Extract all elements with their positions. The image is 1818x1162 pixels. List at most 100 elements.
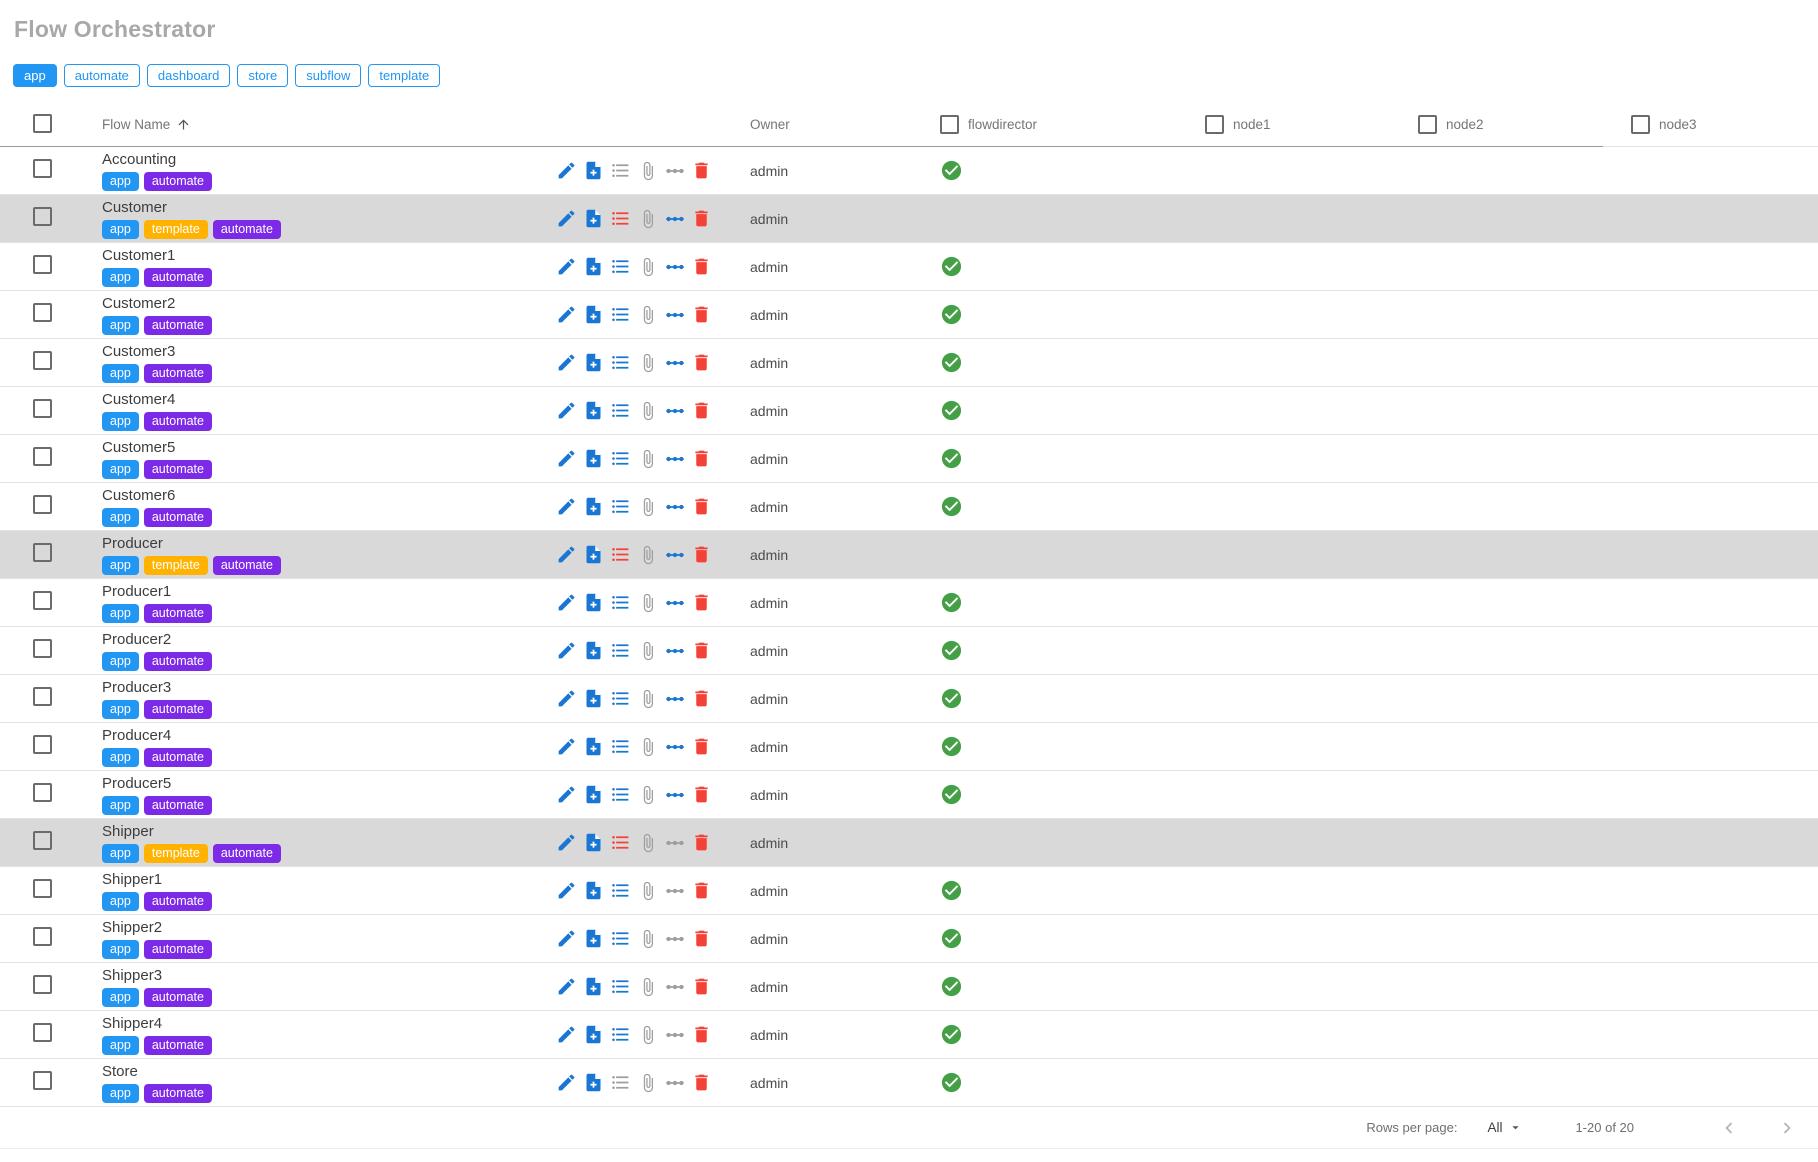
delete-icon[interactable] <box>690 591 713 614</box>
note-add-icon[interactable] <box>582 207 605 230</box>
list-icon[interactable] <box>609 783 632 806</box>
attach-file-icon[interactable] <box>636 831 659 854</box>
note-add-icon[interactable] <box>582 399 605 422</box>
note-add-icon[interactable] <box>582 783 605 806</box>
list-icon[interactable] <box>609 1071 632 1094</box>
commit-icon[interactable] <box>663 735 686 758</box>
list-icon[interactable] <box>609 303 632 326</box>
edit-icon[interactable] <box>555 159 578 182</box>
note-add-icon[interactable] <box>582 687 605 710</box>
attach-file-icon[interactable] <box>636 351 659 374</box>
edit-icon[interactable] <box>555 879 578 902</box>
list-icon[interactable] <box>609 687 632 710</box>
delete-icon[interactable] <box>690 975 713 998</box>
list-icon[interactable] <box>609 543 632 566</box>
edit-icon[interactable] <box>555 255 578 278</box>
edit-icon[interactable] <box>555 543 578 566</box>
column-header-flow-name[interactable]: Flow Name <box>90 117 555 132</box>
attach-file-icon[interactable] <box>636 927 659 950</box>
attach-file-icon[interactable] <box>636 303 659 326</box>
note-add-icon[interactable] <box>582 975 605 998</box>
delete-icon[interactable] <box>690 735 713 758</box>
row-checkbox[interactable] <box>33 207 52 226</box>
note-add-icon[interactable] <box>582 879 605 902</box>
list-icon[interactable] <box>609 1023 632 1046</box>
row-checkbox[interactable] <box>33 735 52 754</box>
attach-file-icon[interactable] <box>636 591 659 614</box>
node2-column-checkbox[interactable] <box>1418 115 1437 134</box>
filter-chip-dashboard[interactable]: dashboard <box>147 64 230 87</box>
attach-file-icon[interactable] <box>636 495 659 518</box>
note-add-icon[interactable] <box>582 255 605 278</box>
node1-column-checkbox[interactable] <box>1205 115 1224 134</box>
attach-file-icon[interactable] <box>636 975 659 998</box>
edit-icon[interactable] <box>555 399 578 422</box>
delete-icon[interactable] <box>690 447 713 470</box>
edit-icon[interactable] <box>555 975 578 998</box>
row-checkbox[interactable] <box>33 1023 52 1042</box>
commit-icon[interactable] <box>663 447 686 470</box>
row-checkbox[interactable] <box>33 351 52 370</box>
edit-icon[interactable] <box>555 591 578 614</box>
commit-icon[interactable] <box>663 1071 686 1094</box>
flowdirector-column-checkbox[interactable] <box>940 115 959 134</box>
attach-file-icon[interactable] <box>636 879 659 902</box>
row-checkbox[interactable] <box>33 495 52 514</box>
commit-icon[interactable] <box>663 927 686 950</box>
note-add-icon[interactable] <box>582 639 605 662</box>
delete-icon[interactable] <box>690 687 713 710</box>
commit-icon[interactable] <box>663 303 686 326</box>
delete-icon[interactable] <box>690 831 713 854</box>
edit-icon[interactable] <box>555 1023 578 1046</box>
note-add-icon[interactable] <box>582 927 605 950</box>
row-checkbox[interactable] <box>33 879 52 898</box>
list-icon[interactable] <box>609 735 632 758</box>
row-checkbox[interactable] <box>33 927 52 946</box>
note-add-icon[interactable] <box>582 591 605 614</box>
note-add-icon[interactable] <box>582 159 605 182</box>
list-icon[interactable] <box>609 975 632 998</box>
edit-icon[interactable] <box>555 447 578 470</box>
note-add-icon[interactable] <box>582 303 605 326</box>
delete-icon[interactable] <box>690 879 713 902</box>
delete-icon[interactable] <box>690 159 713 182</box>
note-add-icon[interactable] <box>582 495 605 518</box>
delete-icon[interactable] <box>690 495 713 518</box>
edit-icon[interactable] <box>555 927 578 950</box>
attach-file-icon[interactable] <box>636 159 659 182</box>
delete-icon[interactable] <box>690 639 713 662</box>
row-checkbox[interactable] <box>33 303 52 322</box>
attach-file-icon[interactable] <box>636 543 659 566</box>
attach-file-icon[interactable] <box>636 399 659 422</box>
commit-icon[interactable] <box>663 399 686 422</box>
commit-icon[interactable] <box>663 591 686 614</box>
commit-icon[interactable] <box>663 687 686 710</box>
commit-icon[interactable] <box>663 495 686 518</box>
delete-icon[interactable] <box>690 543 713 566</box>
list-icon[interactable] <box>609 351 632 374</box>
note-add-icon[interactable] <box>582 831 605 854</box>
note-add-icon[interactable] <box>582 447 605 470</box>
row-checkbox[interactable] <box>33 687 52 706</box>
next-page-button[interactable] <box>1774 1115 1800 1141</box>
list-icon[interactable] <box>609 399 632 422</box>
edit-icon[interactable] <box>555 831 578 854</box>
list-icon[interactable] <box>609 447 632 470</box>
row-checkbox[interactable] <box>33 255 52 274</box>
commit-icon[interactable] <box>663 831 686 854</box>
attach-file-icon[interactable] <box>636 639 659 662</box>
rows-per-page-select[interactable]: All <box>1487 1120 1523 1135</box>
edit-icon[interactable] <box>555 687 578 710</box>
edit-icon[interactable] <box>555 303 578 326</box>
note-add-icon[interactable] <box>582 735 605 758</box>
commit-icon[interactable] <box>663 159 686 182</box>
edit-icon[interactable] <box>555 351 578 374</box>
edit-icon[interactable] <box>555 735 578 758</box>
delete-icon[interactable] <box>690 927 713 950</box>
list-icon[interactable] <box>609 591 632 614</box>
attach-file-icon[interactable] <box>636 447 659 470</box>
edit-icon[interactable] <box>555 783 578 806</box>
list-icon[interactable] <box>609 831 632 854</box>
filter-chip-subflow[interactable]: subflow <box>295 64 361 87</box>
previous-page-button[interactable] <box>1716 1115 1742 1141</box>
